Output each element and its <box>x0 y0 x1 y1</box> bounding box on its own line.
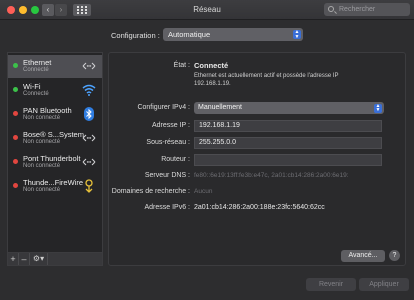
search-domains-value: Aucun <box>194 188 213 195</box>
service-status: Non connecté <box>23 163 61 169</box>
ip-address-field[interactable]: 192.168.1.19 <box>194 120 382 132</box>
help-button[interactable]: ? <box>389 250 400 261</box>
configuration-select[interactable]: Automatique ▲ ▼ <box>163 28 303 41</box>
service-actions-button[interactable]: ⚙▾ <box>30 253 48 265</box>
status-dot-icon <box>13 159 18 164</box>
wifi-icon <box>81 82 97 98</box>
ethernet-arrows-icon <box>81 154 97 170</box>
status-description-line2: 192.168.1.19. <box>194 81 231 87</box>
advanced-button[interactable]: Avancé... <box>341 250 385 262</box>
status-dot-icon <box>13 135 18 140</box>
service-name: Pont Thunderbolt <box>23 154 81 163</box>
ethernet-arrows-icon <box>81 58 97 74</box>
router-label: Routeur : <box>161 156 190 163</box>
service-status: Non connecté <box>23 187 61 193</box>
search-domains-label: Domaines de recherche : <box>111 188 190 195</box>
revert-button[interactable]: Revenir <box>306 278 356 291</box>
ipv4-config-select[interactable]: Manuellement ▲ ▼ <box>194 102 384 114</box>
network-preferences-window: ‹ › Réseau Rechercher Configuration : Au… <box>0 0 414 300</box>
chevron-updown-icon: ▲ ▼ <box>374 102 382 113</box>
search-icon <box>328 6 334 12</box>
ipv4-config-label: Configurer IPv4 : <box>137 104 190 111</box>
status-dot-icon <box>13 87 18 92</box>
service-name: Ethernet <box>23 58 52 67</box>
service-row[interactable]: Ethernet Connecté <box>8 55 102 78</box>
status-label: État : <box>173 62 190 69</box>
firewire-icon <box>81 178 97 194</box>
service-status: Connecté <box>23 91 49 97</box>
service-row[interactable]: PAN Bluetooth Non connecté <box>8 103 102 126</box>
ipv6-address-value: 2a01:cb14:286:2a00:188e:23fc:5640:62cc <box>194 204 325 211</box>
ethernet-arrows-icon <box>81 130 97 146</box>
service-name: Bose® S...System <box>23 130 84 139</box>
status-dot-icon <box>13 111 18 116</box>
service-status: Non connecté <box>23 115 61 121</box>
ipv4-config-value: Manuellement <box>198 104 242 111</box>
network-services-list: Ethernet Connecté Wi-Fi Connecté PAN Bluetoo… <box>7 52 103 266</box>
subnet-mask-label: Sous-réseau : <box>146 139 190 146</box>
configuration-value: Automatique <box>168 30 211 39</box>
status-dot-icon <box>13 63 18 68</box>
status-value: Connecté <box>194 61 229 70</box>
service-status: Non connecté <box>23 139 61 145</box>
services-toolbar: + – ⚙▾ <box>7 252 103 266</box>
title-bar: ‹ › Réseau Rechercher <box>0 0 414 20</box>
remove-service-button[interactable]: – <box>19 253 30 265</box>
dns-server-label: Serveur DNS : <box>144 172 190 179</box>
service-name: Thunde...FireWire <box>23 178 84 187</box>
bluetooth-icon <box>81 106 97 122</box>
router-field[interactable] <box>194 154 382 166</box>
service-row[interactable]: Bose® S...System Non connecté <box>8 127 102 150</box>
chevron-updown-icon: ▲ ▼ <box>293 29 301 40</box>
search-field[interactable]: Rechercher <box>324 3 410 16</box>
apply-button[interactable]: Appliquer <box>359 278 409 291</box>
dns-server-value: fe80::6e19:13ff:fe3b:e47c, 2a01:cb14:286… <box>194 172 349 179</box>
service-row[interactable]: Thunde...FireWire Non connecté <box>8 175 102 198</box>
status-description-line1: Ethernet est actuellement actif et possè… <box>194 73 339 79</box>
status-dot-icon <box>13 183 18 188</box>
configuration-label: Configuration : <box>111 31 160 40</box>
service-row[interactable]: Pont Thunderbolt Non connecté <box>8 151 102 174</box>
ipv6-address-label: Adresse IPv6 : <box>144 204 190 211</box>
service-row[interactable]: Wi-Fi Connecté <box>8 79 102 102</box>
service-status: Connecté <box>23 67 49 73</box>
subnet-mask-field[interactable]: 255.255.0.0 <box>194 137 382 149</box>
search-placeholder: Rechercher <box>339 6 376 13</box>
service-name: PAN Bluetooth <box>23 106 72 115</box>
service-name: Wi-Fi <box>23 82 41 91</box>
add-service-button[interactable]: + <box>8 253 19 265</box>
ip-address-label: Adresse IP : <box>151 122 190 129</box>
